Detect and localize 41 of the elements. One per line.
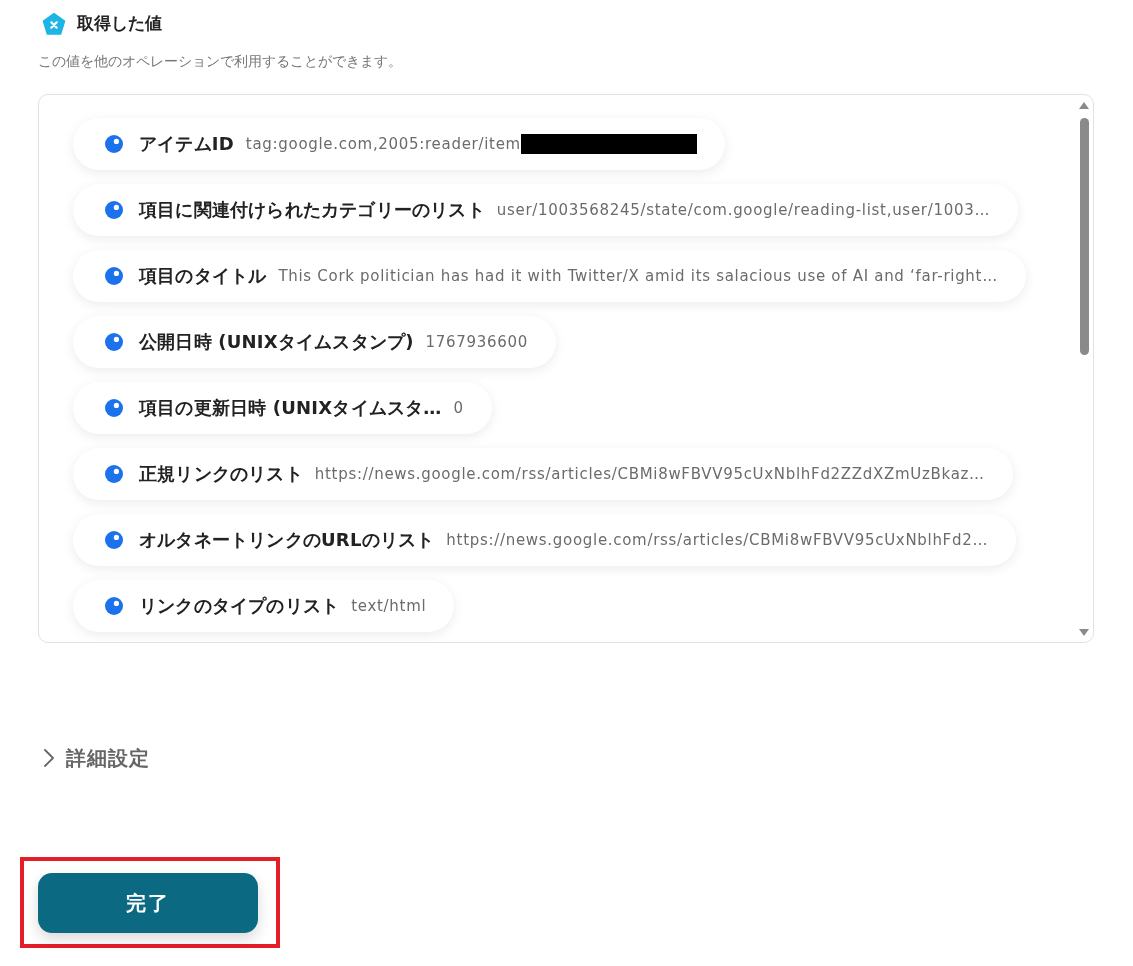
section-title: 取得した値	[77, 13, 162, 35]
value-text: 0	[453, 399, 464, 417]
value-text: text/html	[351, 597, 427, 615]
value-chip[interactable]: 公開日時 (UNIXタイムスタンプ) 1767936600	[73, 316, 556, 368]
value-chip[interactable]: 正規リンクのリスト https://news.google.com/rss/articles/CBMi8wFBVV95cUxNblhFd2ZZdXZmUzBkaz…	[73, 448, 1013, 500]
value-label: リンクのタイプのリスト	[139, 594, 340, 618]
pentagon-logo-icon	[42, 12, 66, 36]
dot-icon	[105, 267, 123, 285]
scroll-up-icon[interactable]	[1079, 102, 1089, 109]
value-label: 項目に関連付けられたカテゴリーのリスト	[139, 198, 485, 222]
scroll-down-icon[interactable]	[1079, 629, 1089, 636]
chevron-right-icon	[44, 749, 54, 767]
dot-icon	[105, 333, 123, 351]
value-text: https://news.google.com/rss/articles/CBMi8wFBVV95cUxNblhFd2ZZdXZmUzBkaz…	[314, 465, 985, 483]
dot-icon	[105, 399, 123, 417]
section-description: この値を他のオペレーションで利用することができます。	[38, 52, 403, 70]
value-label: アイテムID	[139, 132, 234, 156]
value-chip[interactable]: リンクのタイプのリスト text/html	[73, 580, 455, 632]
done-button[interactable]: 完了	[38, 873, 258, 933]
value-chip[interactable]: オルタネートリンクのURLのリスト https://news.google.com/rss/articles/CBMi8wFBVV95cUxNblhFd2…	[73, 514, 1017, 566]
dot-icon	[105, 465, 123, 483]
value-label: 項目のタイトル	[139, 264, 267, 288]
scrollbar-thumb[interactable]	[1079, 118, 1089, 355]
value-label: 公開日時 (UNIXタイムスタンプ)	[139, 330, 414, 354]
dot-icon	[105, 597, 123, 615]
value-label: オルタネートリンクのURLのリスト	[139, 528, 435, 552]
dot-icon	[105, 201, 123, 219]
value-text: https://news.google.com/rss/articles/CBMi8wFBVV95cUxNblhFd2…	[446, 531, 989, 549]
value-text: tag:google.com,2005:reader/item	[245, 135, 521, 153]
value-label: 正規リンクのリスト	[139, 462, 303, 486]
value-chip[interactable]: 項目に関連付けられたカテゴリーのリスト user/1003568245/state/com.google/reading-list,user/1003…	[73, 184, 1019, 236]
value-text: user/1003568245/state/com.google/reading-list,user/1003…	[496, 201, 991, 219]
dot-icon	[105, 531, 123, 549]
value-text: 1767936600	[425, 333, 528, 351]
value-chip[interactable]: 項目のタイトル This Cork politician has had it with Twitter/X amid its salacious use of AI and ‘far-right…	[73, 250, 1026, 302]
value-label: 項目の更新日時 (UNIXタイムスタ…	[139, 396, 442, 420]
dot-icon	[105, 135, 123, 153]
details-toggle[interactable]: 詳細設定	[38, 746, 150, 770]
value-chip[interactable]: 項目の更新日時 (UNIXタイムスタ… 0	[73, 382, 492, 434]
value-text: This Cork politician has had it with Twitter/X amid its salacious use of AI and ‘far-right…	[278, 267, 998, 285]
value-chip[interactable]: アイテムID tag:google.com,2005:reader/item	[73, 118, 725, 170]
